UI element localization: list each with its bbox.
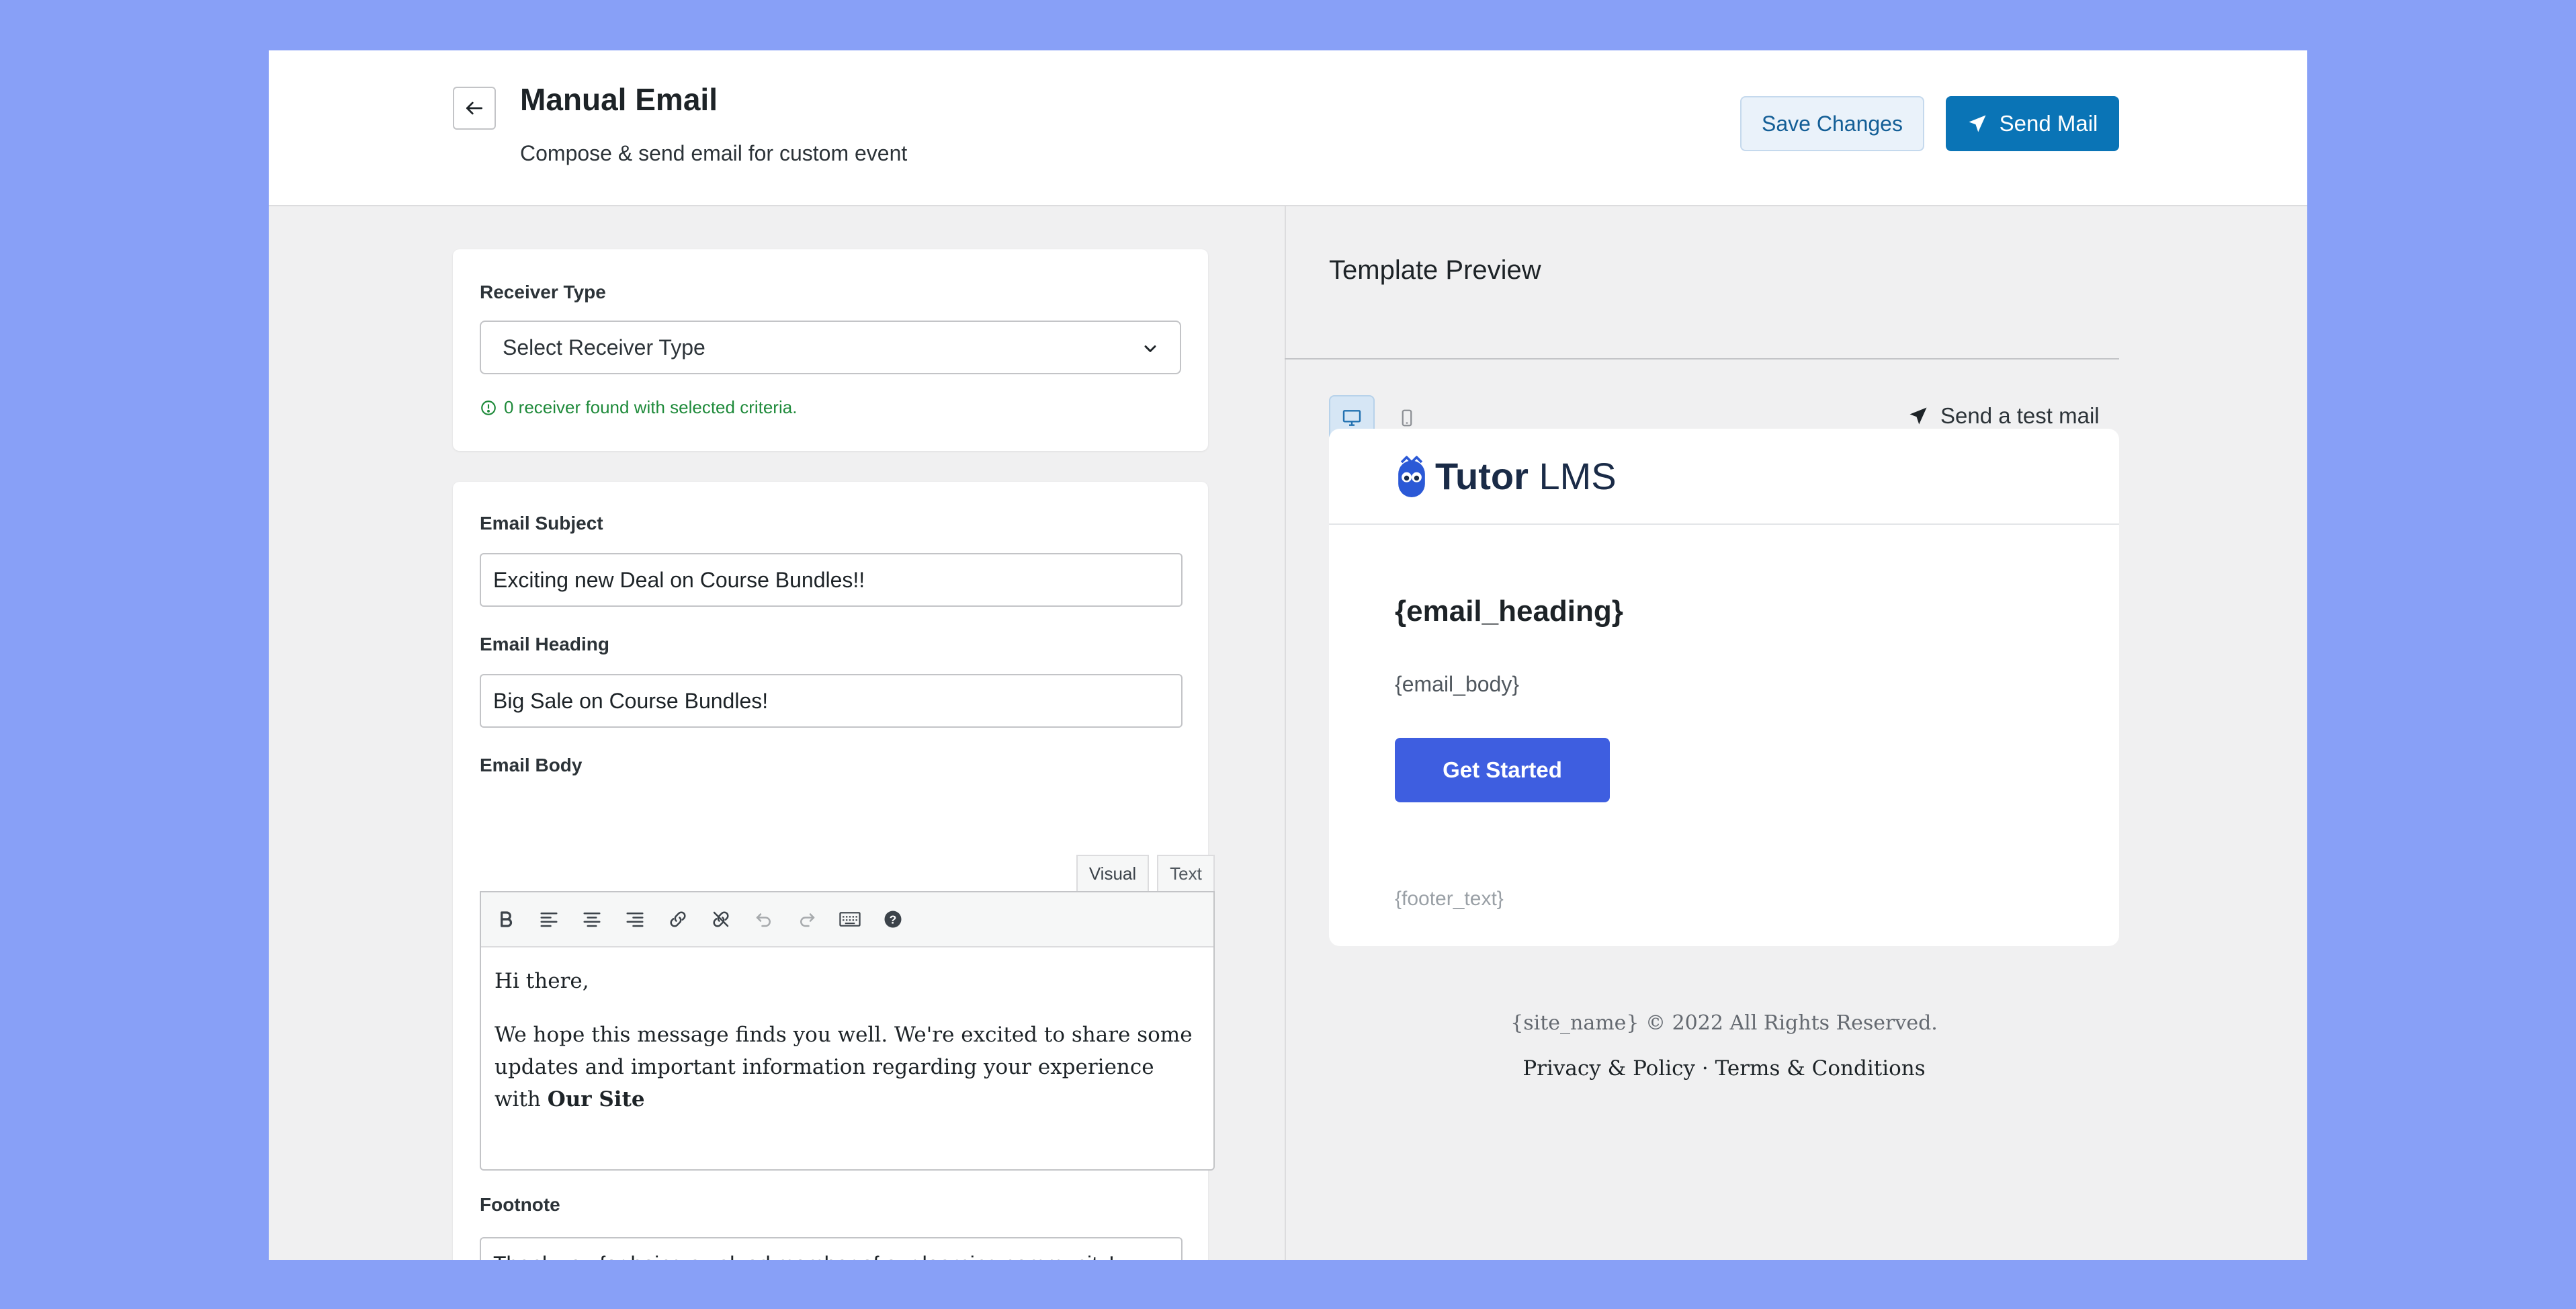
- page-title: Manual Email: [520, 82, 718, 117]
- preview-copyright: {site_name} © 2022 All Rights Reserved.: [1510, 1011, 1938, 1035]
- info-circle-icon: [481, 400, 496, 415]
- unlink-icon[interactable]: [710, 908, 732, 931]
- receiver-card: Receiver Type Select Receiver Type 0 rec…: [453, 249, 1208, 451]
- email-heading-label: Email Heading: [480, 634, 609, 654]
- email-preview-header: Tutor LMS: [1329, 429, 2119, 525]
- footnote-label: Footnote: [480, 1194, 560, 1215]
- tab-visual[interactable]: Visual: [1076, 855, 1149, 891]
- keyboard-icon[interactable]: [839, 908, 861, 931]
- arrow-left-icon: [466, 101, 482, 115]
- preview-legal-links[interactable]: Privacy & Policy · Terms & Conditions: [1329, 1056, 2119, 1081]
- tutor-lms-logo: Tutor LMS: [1395, 454, 1617, 498]
- svg-text:?: ?: [890, 913, 897, 926]
- template-preview-title: Template Preview: [1329, 255, 1541, 285]
- logo-wordmark: Tutor LMS: [1435, 455, 1617, 497]
- send-mail-button[interactable]: Send Mail: [1946, 96, 2119, 151]
- footnote-input[interactable]: Thank you for being a valued member of o…: [480, 1237, 1183, 1260]
- preview-email-heading: {email_heading}: [1395, 595, 1623, 628]
- email-body-label: Email Body: [480, 755, 583, 775]
- chevron-down-icon: [1144, 345, 1156, 352]
- body-site-name: Our Site: [547, 1087, 645, 1111]
- paper-plane-icon: [1909, 407, 1927, 425]
- editor-toolbar: ?: [481, 892, 1213, 947]
- manual-email-window: Manual Email Compose & send email for cu…: [269, 50, 2307, 1260]
- email-heading-input[interactable]: Big Sale on Course Bundles!: [480, 674, 1183, 728]
- back-button[interactable]: [453, 87, 496, 130]
- save-changes-button[interactable]: Save Changes: [1740, 96, 1924, 151]
- owl-logo-icon: [1398, 456, 1425, 497]
- send-test-mail-link[interactable]: Send a test mail: [1908, 403, 2100, 429]
- undo-icon[interactable]: [753, 908, 775, 931]
- mobile-icon: [1402, 409, 1412, 427]
- panel-divider: [1285, 205, 1286, 1260]
- align-left-icon[interactable]: [538, 908, 560, 931]
- email-subject-label: Email Subject: [480, 513, 603, 534]
- link-icon[interactable]: [667, 908, 689, 931]
- send-mail-label: Send Mail: [1999, 111, 2098, 136]
- page-subtitle: Compose & send email for custom event: [520, 141, 908, 165]
- align-right-icon[interactable]: [624, 908, 646, 931]
- bold-icon[interactable]: [495, 908, 517, 931]
- help-icon[interactable]: ?: [882, 908, 904, 931]
- body-paragraph-main: We hope this message finds you well. We'…: [495, 1019, 1200, 1115]
- email-subject-input[interactable]: Exciting new Deal on Course Bundles!!: [480, 553, 1183, 607]
- receiver-hint-text: 0 receiver found with selected criteria.: [504, 397, 798, 417]
- tab-text[interactable]: Text: [1157, 855, 1215, 891]
- align-center-icon[interactable]: [581, 908, 603, 931]
- preview-footer-text: {footer_text}: [1395, 888, 1504, 910]
- preview-email-body: {email_body}: [1395, 672, 1520, 696]
- paper-plane-icon: [1969, 115, 1986, 132]
- redo-icon[interactable]: [796, 908, 818, 931]
- receiver-type-select[interactable]: Select Receiver Type: [480, 321, 1181, 374]
- get-started-button[interactable]: Get Started: [1395, 738, 1610, 802]
- email-body-editor[interactable]: ? Hi there, We hope this message finds y…: [480, 891, 1215, 1171]
- compose-card: Email Subject Exciting new Deal on Cours…: [453, 482, 1215, 1260]
- receiver-type-value: Select Receiver Type: [503, 335, 705, 360]
- desktop-icon: [1342, 410, 1361, 426]
- receiver-type-label: Receiver Type: [480, 282, 606, 302]
- send-test-mail-label: Send a test mail: [1940, 403, 2100, 428]
- email-body-content[interactable]: Hi there, We hope this message finds you…: [495, 965, 1200, 1137]
- preview-divider: [1285, 358, 2119, 360]
- body-paragraph-greeting: Hi there,: [495, 969, 589, 993]
- receiver-hint: 0 receiver found with selected criteria.: [480, 397, 797, 418]
- page-header: Manual Email Compose & send email for cu…: [269, 50, 2307, 206]
